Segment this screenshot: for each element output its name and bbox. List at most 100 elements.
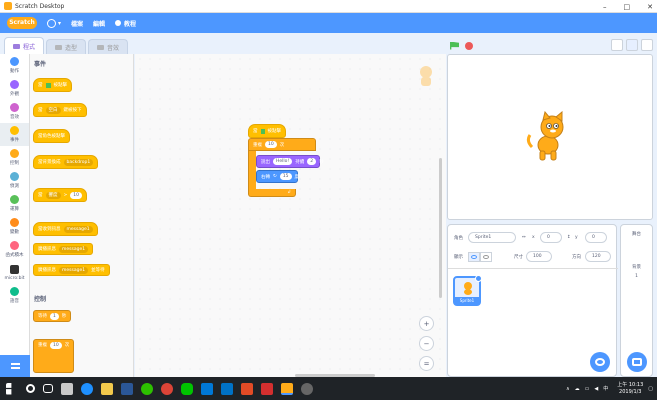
category-motion[interactable]: 動作 <box>0 54 29 77</box>
key-dropdown[interactable]: 空白 <box>45 106 61 114</box>
tab-costumes[interactable]: 造型 <box>46 39 87 54</box>
block-when-greater-than[interactable]: 當 響度 > 10 <box>33 188 88 202</box>
sprite-thumbnail[interactable]: Sprite1 <box>453 275 482 306</box>
store-icon[interactable] <box>61 382 73 395</box>
chevron-up-icon[interactable]: ∧ <box>566 386 570 392</box>
category-events[interactable]: 事件 <box>0 123 29 146</box>
script-block-say-for-secs[interactable]: 說出 Hello! 持續 2 秒 <box>256 155 324 168</box>
acrobat-icon[interactable] <box>261 382 273 395</box>
category-my-blocks[interactable]: 函式積木 <box>0 238 29 261</box>
size-field[interactable]: 100 <box>526 251 552 262</box>
seconds-input[interactable]: 1 <box>50 312 59 320</box>
say-seconds-input[interactable]: 2 <box>307 158 317 165</box>
small-stage-button[interactable] <box>611 39 623 51</box>
add-backdrop-button[interactable] <box>627 352 647 372</box>
sound-dot-icon <box>10 103 19 112</box>
maximize-button[interactable]: □ <box>624 3 631 11</box>
block-when-backdrop-switches[interactable]: 當背景換成 backdrop1 <box>33 155 99 169</box>
block-when-flag-clicked[interactable]: 當 被點擊 <box>33 78 72 92</box>
script-block-when-flag-clicked[interactable]: 當 被點擊 <box>248 124 286 138</box>
block-broadcast[interactable]: 廣播訊息 message1 <box>33 243 94 255</box>
value-input[interactable]: 10 <box>70 191 83 199</box>
edge-icon[interactable] <box>81 382 93 395</box>
fullscreen-icon[interactable] <box>641 39 653 51</box>
outlook-icon[interactable] <box>221 382 233 395</box>
message-dropdown[interactable]: message1 <box>63 225 93 233</box>
turn-degrees-input[interactable]: 15 <box>279 173 292 180</box>
network-icon[interactable]: ▭ <box>585 386 590 392</box>
category-variables[interactable]: 變數 <box>0 215 29 238</box>
scratch-taskbar-icon[interactable] <box>281 382 293 395</box>
repeat-count-input[interactable]: 10 <box>50 342 62 349</box>
block-when-sprite-clicked[interactable]: 當角色被點擊 <box>33 129 70 143</box>
tab-sounds[interactable]: 音效 <box>88 39 129 54</box>
message-dropdown[interactable]: message1 <box>59 245 89 253</box>
scratch-cat-sprite[interactable] <box>524 111 572 163</box>
normal-stage-button[interactable] <box>626 39 638 51</box>
stop-button[interactable] <box>465 41 473 50</box>
block-when-receive[interactable]: 當收到訊息 message1 <box>33 222 98 236</box>
block-broadcast-and-wait[interactable]: 廣播訊息 message1 並等待 <box>33 264 110 276</box>
category-operators[interactable]: 運算 <box>0 192 29 215</box>
clock[interactable]: 上午 10:13 2019/1/3 <box>617 382 643 396</box>
minimize-button[interactable]: – <box>603 3 607 11</box>
show-sprite-button[interactable] <box>468 252 480 262</box>
tutorials-menu[interactable]: 教程 <box>115 19 136 28</box>
word-icon[interactable] <box>121 382 133 395</box>
windows-start-icon[interactable] <box>6 382 12 395</box>
volume-icon[interactable]: ◀ <box>594 386 598 392</box>
close-button[interactable]: ✕ <box>647 3 653 11</box>
category-control[interactable]: 控制 <box>0 146 29 169</box>
cloud-icon[interactable]: ☁ <box>575 386 580 392</box>
add-extension-button[interactable] <box>0 355 30 377</box>
ime-indicator[interactable]: 中 <box>603 385 608 392</box>
zoom-out-button[interactable]: − <box>419 336 434 351</box>
delete-sprite-button[interactable] <box>475 275 482 282</box>
direction-field[interactable]: 120 <box>585 251 611 262</box>
backdrop-dropdown[interactable]: backdrop1 <box>63 158 94 166</box>
stage-canvas[interactable] <box>447 54 653 220</box>
category-speech[interactable]: 語音 <box>0 284 29 307</box>
y-label: y <box>575 235 578 240</box>
workspace-vertical-scrollbar[interactable] <box>439 158 442 298</box>
app-icon[interactable] <box>241 382 253 395</box>
file-explorer-icon[interactable] <box>101 382 113 395</box>
edit-menu[interactable]: 編輯 <box>93 19 105 28</box>
search-icon[interactable] <box>26 384 35 393</box>
chrome-icon[interactable] <box>161 382 173 395</box>
script-block-turn-right[interactable]: 右轉 ↻ 15 度 <box>256 170 299 183</box>
lightbulb-icon <box>115 20 122 26</box>
notification-icon[interactable]: ▢ <box>648 386 653 392</box>
repeat-count-input[interactable]: 10 <box>265 141 277 148</box>
message-dropdown[interactable]: message1 <box>59 266 89 274</box>
scratch-logo[interactable]: Scratch <box>7 17 37 29</box>
script-block-repeat[interactable]: 重複 10 次 <box>248 138 316 151</box>
wechat-icon[interactable] <box>141 382 153 395</box>
category-looks[interactable]: 外觀 <box>0 77 29 100</box>
category-sensing[interactable]: 偵測 <box>0 169 29 192</box>
tab-code[interactable]: 程式 <box>4 37 45 54</box>
say-text-input[interactable]: Hello! <box>273 158 293 165</box>
y-position-field[interactable]: 0 <box>585 232 607 243</box>
sprite-name-field[interactable]: Sprite1 <box>468 232 516 243</box>
hide-sprite-button[interactable] <box>480 252 492 262</box>
category-microbit[interactable]: micro:bit <box>0 261 29 284</box>
file-menu[interactable]: 檔案 <box>71 19 83 28</box>
add-sprite-button[interactable] <box>590 352 610 372</box>
green-flag-button[interactable] <box>450 41 459 50</box>
script-workspace[interactable]: 當被點擊 重複 10 次 說出 Hello! 持續 2 秒 右轉 ↻ 15 度 … <box>135 54 446 377</box>
task-view-icon[interactable] <box>43 384 53 393</box>
line-icon[interactable] <box>181 382 193 395</box>
sensor-dropdown[interactable]: 響度 <box>45 191 61 199</box>
block-repeat[interactable]: 重複 10 次 <box>33 339 75 373</box>
windows-app-icon[interactable] <box>201 382 213 395</box>
zoom-in-button[interactable]: + <box>419 316 434 331</box>
settings-icon[interactable] <box>301 382 313 395</box>
stage-selector[interactable]: 舞台 背景 1 <box>620 224 653 377</box>
zoom-reset-button[interactable]: = <box>419 356 434 371</box>
block-wait[interactable]: 等待 1 秒 <box>33 310 72 322</box>
category-sound[interactable]: 音效 <box>0 100 29 123</box>
language-menu[interactable]: ▾ <box>47 18 61 28</box>
x-position-field[interactable]: 0 <box>540 232 562 243</box>
block-when-key-pressed[interactable]: 當 空白 鍵被按下 <box>33 103 87 117</box>
